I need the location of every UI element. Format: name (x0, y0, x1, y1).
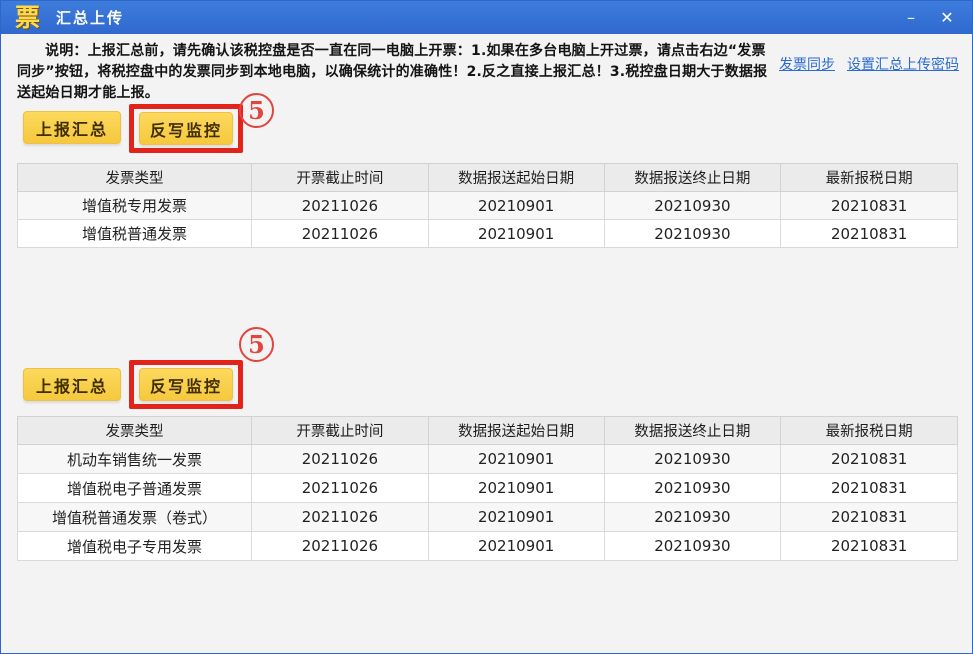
cell: 20210901 (427, 219, 605, 248)
rewrite-monitor-button[interactable]: 反写监控 (139, 112, 233, 145)
highlight-box: 反写监控 (129, 360, 243, 409)
column-header: 开票截止时间 (251, 416, 429, 445)
column-header: 数据报送终止日期 (603, 163, 782, 192)
table-row[interactable]: 增值税普通发票（卷式） 20211026 20210901 20210930 2… (16, 502, 958, 532)
cell: 20210831 (780, 444, 958, 474)
table-row[interactable]: 增值税电子专用发票 20211026 20210901 20210930 202… (16, 531, 958, 561)
table-header-row: 发票类型 开票截止时间 数据报送起始日期 数据报送终止日期 最新报税日期 (16, 416, 958, 445)
column-header: 开票截止时间 (251, 163, 429, 192)
cell: 20210901 (427, 473, 605, 503)
highlight-box: 反写监控 (129, 104, 243, 153)
instructions-text: 说明：上报汇总前，请先确认该税控盘是否一直在同一电脑上开票：1.如果在多台电脑上… (17, 43, 768, 101)
invoice-type-cell: 增值税电子专用发票 (16, 531, 253, 561)
column-header: 发票类型 (16, 416, 253, 445)
column-header: 数据报送起始日期 (427, 416, 605, 445)
cell: 20210930 (603, 191, 782, 220)
cell: 20210901 (427, 531, 605, 561)
column-header: 数据报送起始日期 (427, 163, 605, 192)
cell: 20210831 (780, 473, 958, 503)
column-header: 最新报税日期 (780, 416, 958, 445)
cell: 20210901 (427, 502, 605, 532)
cell: 20210930 (603, 531, 782, 561)
cell: 20211026 (251, 473, 429, 503)
invoice-type-cell: 机动车销售统一发票 (16, 444, 253, 474)
cell: 20210930 (603, 219, 782, 248)
cell: 20210831 (780, 191, 958, 220)
link-group: 发票同步 设置汇总上传密码 (779, 54, 959, 74)
table-row[interactable]: 增值税专用发票 20211026 20210901 20210930 20210… (16, 191, 958, 220)
cell: 20210901 (427, 191, 605, 220)
invoice-type-cell: 增值税电子普通发票 (16, 473, 253, 503)
table-row[interactable]: 增值税电子普通发票 20211026 20210901 20210930 202… (16, 473, 958, 503)
cell: 20210930 (603, 502, 782, 532)
window-controls: – ✕ (898, 6, 960, 30)
close-icon[interactable]: ✕ (934, 6, 960, 30)
table-header-row: 发票类型 开票截止时间 数据报送起始日期 数据报送终止日期 最新报税日期 (16, 163, 958, 192)
invoice-sync-link[interactable]: 发票同步 (779, 54, 835, 74)
set-upload-password-link[interactable]: 设置汇总上传密码 (847, 54, 959, 74)
cell: 20211026 (251, 444, 429, 474)
invoice-type-cell: 增值税普通发票 (16, 219, 253, 248)
cell: 20211026 (251, 502, 429, 532)
cell: 20211026 (251, 191, 429, 220)
cell: 20210930 (603, 473, 782, 503)
cell: 20210831 (780, 531, 958, 561)
report-summary-button[interactable]: 上报汇总 (23, 368, 121, 401)
invoice-app-logo-icon: 票 (15, 2, 41, 32)
cell: 20210930 (603, 444, 782, 474)
app-window: 票 汇总上传 – ✕ 说明：上报汇总前，请先确认该税控盘是否一直在同一电脑上开票… (0, 0, 973, 654)
report-summary-button[interactable]: 上报汇总 (23, 111, 121, 144)
table-row[interactable]: 增值税普通发票 20211026 20210901 20210930 20210… (16, 219, 958, 248)
minimize-icon[interactable]: – (898, 6, 924, 30)
summary-table-1: 发票类型 开票截止时间 数据报送起始日期 数据报送终止日期 最新报税日期 增值税… (16, 163, 958, 248)
rewrite-monitor-button[interactable]: 反写监控 (139, 368, 233, 401)
table-row[interactable]: 机动车销售统一发票 20211026 20210901 20210930 202… (16, 444, 958, 474)
column-header: 最新报税日期 (780, 163, 958, 192)
cell: 20210901 (427, 444, 605, 474)
column-header: 发票类型 (16, 163, 253, 192)
invoice-type-cell: 增值税普通发票（卷式） (16, 502, 253, 532)
cell: 20211026 (251, 219, 429, 248)
annotation-circle-5: 5 (239, 93, 274, 128)
cell: 20211026 (251, 531, 429, 561)
column-header: 数据报送终止日期 (603, 416, 782, 445)
title-bar: 票 汇总上传 – ✕ (1, 1, 972, 34)
invoice-type-cell: 增值税专用发票 (16, 191, 253, 220)
annotation-circle-5: 5 (239, 327, 274, 362)
window-title: 汇总上传 (56, 9, 125, 27)
cell: 20210831 (780, 219, 958, 248)
summary-table-2: 发票类型 开票截止时间 数据报送起始日期 数据报送终止日期 最新报税日期 机动车… (16, 416, 958, 561)
cell: 20210831 (780, 502, 958, 532)
